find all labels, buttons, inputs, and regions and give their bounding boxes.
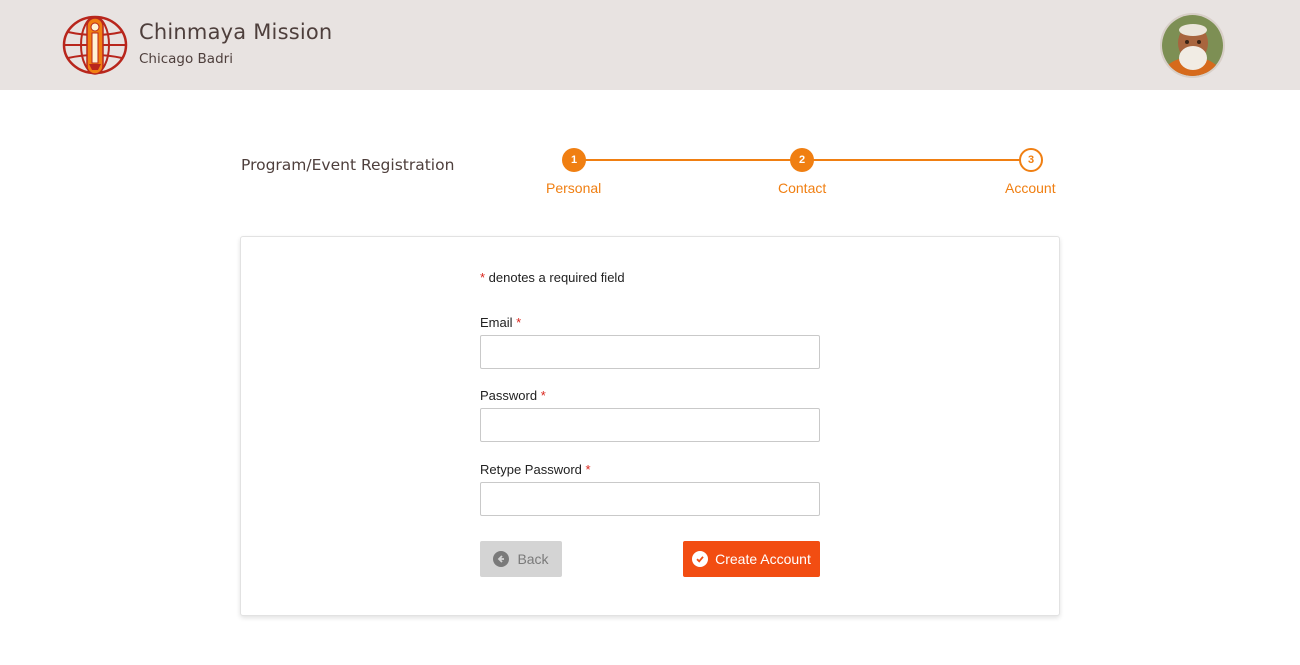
arrow-left-circle-icon: [493, 551, 510, 567]
required-note-text: denotes a required field: [485, 270, 625, 285]
step-label-account: Account: [1005, 180, 1056, 196]
email-label-text: Email: [480, 315, 513, 330]
email-label: Email *: [480, 315, 521, 330]
step-connector: [802, 159, 1031, 161]
org-name: Chinmaya Mission: [139, 20, 333, 44]
retype-password-label: Retype Password *: [480, 462, 591, 477]
create-account-button[interactable]: Create Account: [683, 541, 820, 577]
email-field[interactable]: [480, 335, 820, 369]
step-marker-account[interactable]: 3: [1019, 148, 1043, 172]
required-star: *: [516, 315, 522, 330]
user-avatar[interactable]: [1160, 13, 1225, 78]
password-field[interactable]: [480, 408, 820, 442]
create-account-label: Create Account: [715, 551, 811, 567]
back-button-label: Back: [517, 551, 549, 567]
page-title: Program/Event Registration: [241, 156, 455, 174]
required-star: *: [540, 388, 546, 403]
registration-stepper: 1 2 3 Personal Contact Account: [540, 146, 1060, 202]
branch-name: Chicago Badri: [139, 51, 233, 67]
required-star: *: [585, 462, 591, 477]
top-header: Chinmaya Mission Chicago Badri: [0, 0, 1300, 90]
step-label-contact: Contact: [778, 180, 827, 196]
step-marker-personal[interactable]: 1: [562, 148, 586, 172]
back-button[interactable]: Back: [480, 541, 562, 577]
password-label: Password *: [480, 388, 546, 403]
password-label-text: Password: [480, 388, 538, 403]
retype-password-field[interactable]: [480, 482, 820, 516]
required-field-note: * denotes a required field: [480, 270, 625, 285]
step-connector: [574, 159, 802, 161]
chinmaya-logo-icon[interactable]: [62, 14, 128, 76]
step-label-personal: Personal: [546, 180, 602, 196]
step-marker-contact[interactable]: 2: [790, 148, 814, 172]
check-circle-icon: [692, 551, 709, 567]
retype-password-label-text: Retype Password: [480, 462, 582, 477]
